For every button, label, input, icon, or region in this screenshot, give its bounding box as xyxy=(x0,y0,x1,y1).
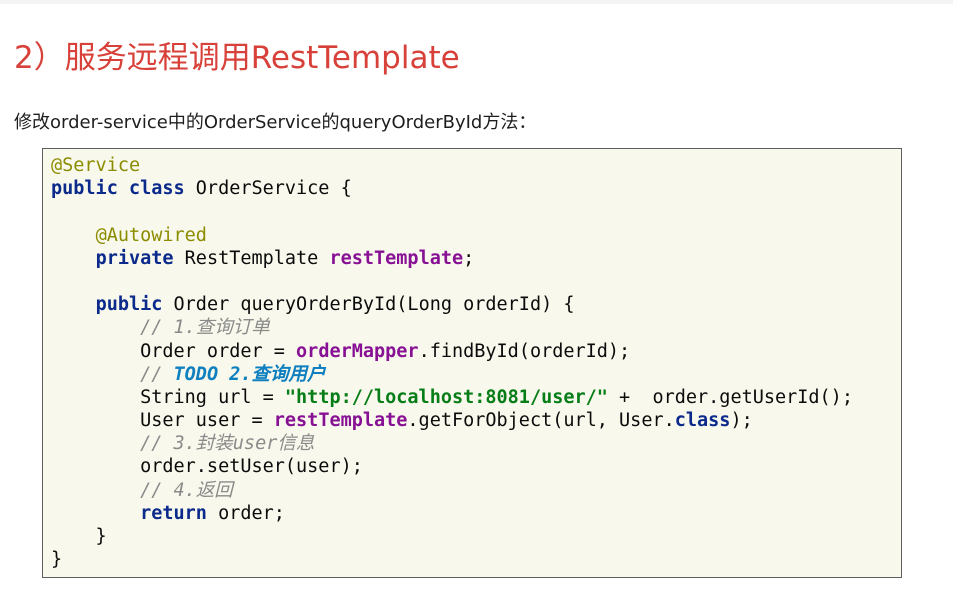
code-line: // 1.查询订单 xyxy=(51,316,853,339)
instruction-text: 修改order-service中的OrderService的queryOrder… xyxy=(14,112,537,133)
code-lines: @Service public class OrderService { @Aut… xyxy=(51,154,853,571)
code-token-plain: RestTemplate xyxy=(173,247,330,269)
code-line: public Order queryOrderById(Long orderId… xyxy=(51,293,853,316)
code-token-comment: // xyxy=(140,363,174,385)
code-token-plain: String url = xyxy=(51,386,285,408)
code-token-plain: order; xyxy=(206,502,285,524)
code-token-kw: class xyxy=(674,410,731,432)
code-line: } xyxy=(51,525,853,548)
code-token-plain: order.setUser(user); xyxy=(51,456,363,478)
code-line: @Service xyxy=(51,154,853,177)
code-token-todo: TODO 2.查询用户 xyxy=(173,363,326,385)
code-line: Order order = orderMapper.findById(order… xyxy=(51,340,853,363)
code-token-plain: OrderService { xyxy=(184,178,352,200)
code-line: private RestTemplate restTemplate; xyxy=(51,247,853,270)
code-token-plain: .findById(orderId); xyxy=(418,340,631,362)
code-token-anno: @Service xyxy=(51,155,141,176)
code-token-plain: Order queryOrderById(Long orderId) { xyxy=(162,294,575,316)
code-token-kw: public xyxy=(95,294,163,316)
code-token-plain: ; xyxy=(463,247,475,269)
code-line: User user = restTemplate.getForObject(ur… xyxy=(51,409,853,432)
top-divider xyxy=(0,0,953,4)
code-line: // 3.封装user信息 xyxy=(51,432,853,455)
code-token-plain: ); xyxy=(730,410,753,432)
code-token-plain: .getForObject(url, User. xyxy=(407,410,675,432)
code-line: String url = "http://localhost:8081/user… xyxy=(51,386,853,409)
code-token-field: restTemplate xyxy=(329,247,464,269)
slide-title: 2）服务远程调用RestTemplate xyxy=(14,40,460,76)
code-line: return order; xyxy=(51,502,853,525)
code-token-kw: public class xyxy=(51,178,185,200)
code-line: @Autowired xyxy=(51,224,853,247)
code-token-field: restTemplate xyxy=(273,410,408,432)
code-token-str: "http://localhost:8081/user/" xyxy=(284,386,608,408)
code-token-comment: // 1.查询订单 xyxy=(140,317,270,339)
code-token-comment: // 3.封装user信息 xyxy=(140,433,315,455)
code-line: public class OrderService { xyxy=(51,177,853,200)
code-line: // TODO 2.查询用户 xyxy=(51,363,853,386)
code-block: @Service public class OrderService { @Aut… xyxy=(42,148,902,578)
code-line: order.setUser(user); xyxy=(51,455,853,478)
code-token-comment: // 4.返回 xyxy=(140,479,233,501)
code-token-plain: } xyxy=(51,526,107,547)
code-token-plain: + order.getUserId(); xyxy=(607,386,853,408)
code-token-plain: User user = xyxy=(51,410,274,432)
code-token-kw: return xyxy=(140,502,207,524)
code-token-field: orderMapper xyxy=(296,340,419,362)
code-token-anno: @Autowired xyxy=(95,224,207,246)
code-line: // 4.返回 xyxy=(51,479,853,502)
code-token-plain: } xyxy=(51,549,63,571)
code-token-plain: Order order = xyxy=(51,340,297,362)
code-token-kw: private xyxy=(95,247,174,269)
code-line: } xyxy=(51,548,853,571)
